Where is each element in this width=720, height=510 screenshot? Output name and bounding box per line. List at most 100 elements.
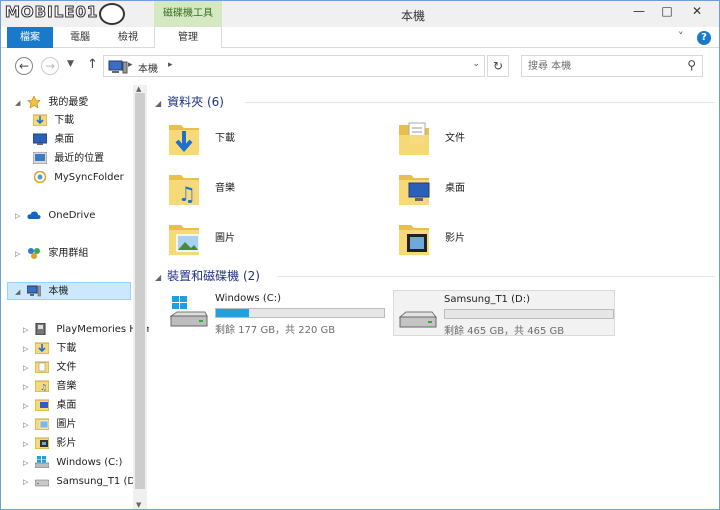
breadcrumb-separator-icon[interactable]: ▸ — [128, 60, 133, 70]
downloads-folder-icon — [32, 114, 48, 127]
nav-item-downloads[interactable]: 下載 — [32, 112, 75, 130]
nav-item-desktop[interactable]: ▷ 桌面 — [23, 397, 76, 415]
group-header-folders[interactable]: ◢ 資料夾 (6) — [155, 93, 224, 111]
expand-icon[interactable]: ▷ — [23, 435, 32, 453]
nav-item-onedrive[interactable]: ▷ OneDrive — [15, 207, 95, 225]
drive-samsung-t1[interactable]: Samsung_T1 (D:) 剩餘 465 GB，共 465 GB — [393, 290, 615, 337]
expand-icon[interactable]: ▷ — [15, 245, 24, 263]
nav-label: MySyncFolder — [54, 172, 124, 183]
expand-icon[interactable]: ▷ — [23, 397, 32, 415]
tab-manage[interactable]: 管理 — [154, 27, 222, 48]
expand-icon[interactable]: ▷ — [23, 321, 32, 339]
folder-label: 下載 — [215, 133, 235, 144]
collapse-icon[interactable]: ◢ — [155, 273, 161, 282]
nav-item-desktop[interactable]: 桌面 — [32, 131, 74, 149]
homegroup-icon — [27, 247, 41, 259]
pictures-folder-icon — [167, 219, 201, 257]
star-icon — [27, 95, 41, 109]
folder-downloads[interactable]: 下載 — [151, 115, 351, 161]
help-icon[interactable]: ? — [697, 31, 711, 45]
address-dropdown-icon[interactable]: ⌄ — [472, 59, 480, 69]
folder-music[interactable]: ♫ 音樂 — [151, 165, 351, 211]
refresh-button[interactable]: ↻ — [487, 55, 509, 77]
nav-label: Samsung_T1 (D:) — [56, 476, 143, 487]
nav-item-music[interactable]: ▷ ♫ 音樂 — [23, 378, 76, 396]
nav-pane-scrollbar[interactable]: ▲ ▼ — [133, 85, 147, 509]
context-tab-drive-tools[interactable]: 磁碟機工具 — [154, 1, 222, 27]
expand-icon[interactable]: ▷ — [23, 340, 32, 358]
desktop-icon — [32, 133, 48, 145]
nav-label: 本機 — [48, 286, 69, 297]
up-button[interactable]: ↑ — [87, 57, 98, 72]
drive-usage-fill — [216, 309, 249, 317]
nav-item-mysyncfolder[interactable]: MySyncFolder — [33, 169, 124, 187]
nav-item-playmemories[interactable]: ▷ PlayMemories Home — [23, 321, 149, 339]
nav-label: Windows (C:) — [56, 457, 123, 468]
breadcrumb-separator-icon[interactable]: ▸ — [168, 60, 173, 70]
group-header-devices[interactable]: ◢ 裝置和磁碟機 (2) — [155, 267, 260, 285]
nav-label: 下載 — [54, 115, 75, 126]
drive-name: Windows (C:) — [215, 293, 281, 304]
expand-icon[interactable]: ▷ — [23, 416, 32, 434]
expand-icon[interactable]: ▷ — [15, 207, 24, 225]
scroll-down-icon[interactable]: ▼ — [136, 501, 141, 509]
desktop-folder-icon — [397, 169, 431, 207]
explorer-window: MOBILE01 磁碟機工具 本機 — □ ✕ 檔案 電腦 檢視 管理 ˅ ? … — [0, 0, 720, 510]
collapse-icon[interactable]: ◢ — [15, 94, 24, 112]
forward-button[interactable]: → — [41, 57, 59, 75]
folder-desktop[interactable]: 桌面 — [381, 165, 581, 211]
folder-videos[interactable]: 影片 — [381, 215, 581, 261]
svg-text:♫: ♫ — [178, 182, 196, 206]
minimize-icon[interactable]: — — [625, 1, 653, 21]
expand-icon[interactable]: ▷ — [23, 378, 32, 396]
nav-item-homegroup[interactable]: ▷ 家用群組 — [15, 245, 88, 263]
folder-documents[interactable]: 文件 — [381, 115, 581, 161]
tab-computer[interactable]: 電腦 — [59, 27, 101, 48]
folder-pictures[interactable]: 圖片 — [151, 215, 351, 261]
drive-windows-c[interactable]: Windows (C:) 剩餘 177 GB，共 220 GB — [165, 290, 387, 336]
address-bar[interactable]: ▸ 本機 ▸ ⌄ — [103, 55, 485, 77]
drive-usage-bar — [444, 309, 614, 319]
drive-usage-bar — [215, 308, 385, 318]
nav-label: 最近的位置 — [54, 153, 105, 164]
device-icon — [35, 322, 49, 336]
expand-icon[interactable]: ▷ — [23, 359, 32, 377]
group-title: 裝置和磁碟機 (2) — [167, 269, 260, 283]
search-box[interactable]: ⚲ — [521, 55, 703, 77]
back-button[interactable]: ← — [15, 57, 33, 75]
expand-icon[interactable]: ▷ — [23, 454, 32, 472]
drive-name: Samsung_T1 (D:) — [444, 294, 530, 305]
window-title: 本機 — [401, 9, 426, 23]
recent-places-icon — [32, 151, 48, 165]
search-input[interactable] — [528, 56, 678, 76]
nav-item-favorites[interactable]: ◢ 我的最愛 — [15, 94, 88, 112]
nav-item-windows-c[interactable]: ▷ Windows (C:) — [23, 454, 122, 472]
sync-folder-icon — [33, 170, 47, 184]
ribbon-expand-icon[interactable]: ˅ — [678, 30, 684, 43]
search-icon[interactable]: ⚲ — [687, 58, 696, 72]
nav-label: 圖片 — [56, 419, 77, 430]
scroll-up-icon[interactable]: ▲ — [136, 85, 141, 93]
nav-item-videos[interactable]: ▷ 影片 — [23, 435, 76, 453]
close-icon[interactable]: ✕ — [683, 1, 711, 21]
nav-item-documents[interactable]: ▷ 文件 — [23, 359, 76, 377]
music-folder-icon: ♫ — [34, 380, 50, 393]
tab-file[interactable]: 檔案 — [7, 27, 53, 48]
scroll-thumb[interactable] — [135, 93, 145, 489]
pictures-folder-icon — [34, 418, 50, 431]
computer-icon — [108, 60, 128, 77]
collapse-icon[interactable]: ◢ — [15, 283, 24, 301]
nav-item-recent-places[interactable]: 最近的位置 — [32, 150, 105, 168]
desktop-folder-icon — [34, 399, 50, 412]
maximize-icon[interactable]: □ — [653, 1, 681, 21]
navigation-bar: ← → ▼ ↑ ▸ 本機 ▸ ⌄ ↻ ⚲ — [1, 49, 719, 83]
collapse-icon[interactable]: ◢ — [155, 99, 161, 108]
nav-item-downloads[interactable]: ▷ 下載 — [23, 340, 76, 358]
expand-icon[interactable]: ▷ — [23, 473, 32, 491]
nav-item-this-pc[interactable]: ◢ 本機 — [7, 282, 131, 300]
tab-view[interactable]: 檢視 — [107, 27, 149, 48]
recent-locations-icon[interactable]: ▼ — [67, 59, 74, 69]
breadcrumb-this-pc[interactable]: 本機 — [138, 60, 158, 75]
nav-item-pictures[interactable]: ▷ 圖片 — [23, 416, 76, 434]
nav-item-samsung-t1[interactable]: ▷ Samsung_T1 (D:) — [23, 473, 142, 491]
